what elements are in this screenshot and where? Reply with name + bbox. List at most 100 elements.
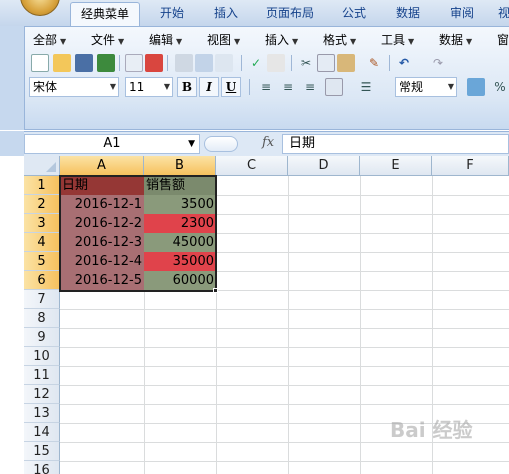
menu-window[interactable]: 窗 bbox=[497, 31, 509, 49]
menu-format[interactable]: 格式 ▼ bbox=[323, 31, 356, 49]
italic-button[interactable]: I bbox=[199, 77, 219, 97]
cell-a5[interactable]: 2016-12-4 bbox=[60, 252, 144, 271]
cell-a2[interactable]: 2016-12-1 bbox=[60, 195, 144, 214]
row-header-7[interactable]: 7 bbox=[24, 290, 60, 309]
ribbon-tab-bar: 经典菜单 开始 插入 页面布局 公式 数据 审阅 视 bbox=[0, 0, 509, 26]
column-header-c[interactable]: C bbox=[216, 156, 288, 176]
column-header-b[interactable]: B bbox=[144, 156, 216, 176]
page-setup-icon[interactable] bbox=[215, 54, 233, 72]
row-header-13[interactable]: 13 bbox=[24, 404, 60, 423]
gridline bbox=[60, 290, 509, 291]
row-header-9[interactable]: 9 bbox=[24, 328, 60, 347]
name-box[interactable]: A1 ▼ bbox=[24, 134, 200, 154]
font-size-select[interactable]: 11 ▼ bbox=[125, 77, 173, 97]
office-button[interactable] bbox=[20, 0, 60, 16]
cell-b4[interactable]: 45000 bbox=[144, 233, 216, 252]
menu-tools[interactable]: 工具 ▼ bbox=[381, 31, 414, 49]
column-header-f[interactable]: F bbox=[432, 156, 509, 176]
cell-b1[interactable]: 销售额 bbox=[144, 176, 216, 195]
left-frame-lower bbox=[0, 131, 24, 156]
pdf-icon[interactable] bbox=[145, 54, 163, 72]
row-header-1[interactable]: 1 bbox=[24, 176, 60, 195]
merge-cells-icon[interactable] bbox=[325, 78, 343, 96]
select-all-button[interactable] bbox=[24, 156, 60, 176]
print-icon[interactable] bbox=[175, 54, 193, 72]
align-right-icon[interactable]: ≡ bbox=[301, 78, 319, 96]
formula-input[interactable]: 日期 bbox=[282, 134, 509, 154]
menu-insert[interactable]: 插入 ▼ bbox=[265, 31, 298, 49]
menu-data[interactable]: 数据 ▼ bbox=[439, 31, 472, 49]
formula-bar-expander[interactable] bbox=[204, 136, 238, 152]
menu-view[interactable]: 视图 ▼ bbox=[207, 31, 240, 49]
research-icon[interactable] bbox=[267, 54, 285, 72]
cell-a3[interactable]: 2016-12-2 bbox=[60, 214, 144, 233]
currency-icon[interactable] bbox=[467, 78, 485, 96]
spellcheck-icon[interactable]: ✓ bbox=[247, 54, 265, 72]
align-left-icon[interactable]: ≡ bbox=[257, 78, 275, 96]
column-header-d[interactable]: D bbox=[288, 156, 360, 176]
tab-review[interactable]: 审阅 bbox=[440, 2, 484, 26]
row-header-3[interactable]: 3 bbox=[24, 214, 60, 233]
formatting-toolbar: 宋体 ▼ 11 ▼ B I U ≡ ≡ ≡ ☰ 常规 ▼ % bbox=[25, 76, 509, 98]
tab-classic-menu[interactable]: 经典菜单 bbox=[70, 2, 140, 26]
column-header-a[interactable]: A bbox=[60, 156, 144, 176]
row-header-5[interactable]: 5 bbox=[24, 252, 60, 271]
undo-icon[interactable]: ↶ bbox=[395, 54, 413, 72]
menu-all[interactable]: 全部 ▼ bbox=[33, 31, 66, 49]
chevron-down-icon: ▼ bbox=[292, 37, 299, 46]
bold-button[interactable]: B bbox=[177, 77, 197, 97]
align-center-icon[interactable]: ≡ bbox=[279, 78, 297, 96]
number-format-select[interactable]: 常规 ▼ bbox=[395, 77, 457, 97]
cell-a6[interactable]: 2016-12-5 bbox=[60, 271, 144, 290]
row-header-8[interactable]: 8 bbox=[24, 309, 60, 328]
function-icon[interactable]: fx bbox=[262, 135, 274, 150]
row-header-10[interactable]: 10 bbox=[24, 347, 60, 366]
cell-b6[interactable]: 60000 bbox=[144, 271, 216, 290]
fill-handle[interactable] bbox=[213, 288, 218, 293]
print-preview-icon[interactable] bbox=[125, 54, 143, 72]
menu-label: 全部 bbox=[33, 33, 58, 47]
excel-icon[interactable] bbox=[97, 54, 115, 72]
format-painter-icon[interactable]: ✎ bbox=[365, 54, 383, 72]
tab-home[interactable]: 开始 bbox=[150, 2, 194, 26]
column-header-e[interactable]: E bbox=[360, 156, 432, 176]
wrap-text-icon[interactable]: ☰ bbox=[357, 78, 375, 96]
row-header-6[interactable]: 6 bbox=[24, 271, 60, 290]
tab-page-layout[interactable]: 页面布局 bbox=[258, 2, 322, 26]
tab-formulas[interactable]: 公式 bbox=[332, 2, 376, 26]
row-header-11[interactable]: 11 bbox=[24, 366, 60, 385]
cell-b2[interactable]: 3500 bbox=[144, 195, 216, 214]
percent-icon[interactable]: % bbox=[491, 78, 509, 96]
redo-icon[interactable]: ↷ bbox=[429, 54, 447, 72]
save-icon[interactable] bbox=[75, 54, 93, 72]
row-header-12[interactable]: 12 bbox=[24, 385, 60, 404]
cell-a4[interactable]: 2016-12-3 bbox=[60, 233, 144, 252]
open-icon[interactable] bbox=[53, 54, 71, 72]
preview-icon[interactable] bbox=[195, 54, 213, 72]
menu-label: 插入 bbox=[265, 33, 290, 47]
row-header-15[interactable]: 15 bbox=[24, 442, 60, 461]
cell-a1[interactable]: 日期 bbox=[60, 176, 144, 195]
underline-button[interactable]: U bbox=[221, 77, 241, 97]
paste-icon[interactable] bbox=[337, 54, 355, 72]
row-header-16[interactable]: 16 bbox=[24, 461, 60, 474]
menu-file[interactable]: 文件 ▼ bbox=[91, 31, 124, 49]
tab-view[interactable]: 视 bbox=[494, 2, 509, 26]
cell-b5[interactable]: 35000 bbox=[144, 252, 216, 271]
menu-edit[interactable]: 编辑 ▼ bbox=[149, 31, 182, 49]
copy-icon[interactable] bbox=[317, 54, 335, 72]
row-header-14[interactable]: 14 bbox=[24, 423, 60, 442]
chevron-down-icon: ▼ bbox=[163, 82, 170, 91]
cut-icon[interactable]: ✂ bbox=[297, 54, 315, 72]
number-format-value: 常规 bbox=[399, 80, 424, 94]
new-icon[interactable] bbox=[31, 54, 49, 72]
toolbar-separator bbox=[119, 55, 120, 71]
tab-insert[interactable]: 插入 bbox=[204, 2, 248, 26]
tab-data[interactable]: 数据 bbox=[386, 2, 430, 26]
row-header-4[interactable]: 4 bbox=[24, 233, 60, 252]
font-name-select[interactable]: 宋体 ▼ bbox=[29, 77, 119, 97]
gridline bbox=[60, 309, 509, 310]
row-header-2[interactable]: 2 bbox=[24, 195, 60, 214]
cell-b3[interactable]: 2300 bbox=[144, 214, 216, 233]
chevron-down-icon: ▼ bbox=[188, 139, 195, 149]
